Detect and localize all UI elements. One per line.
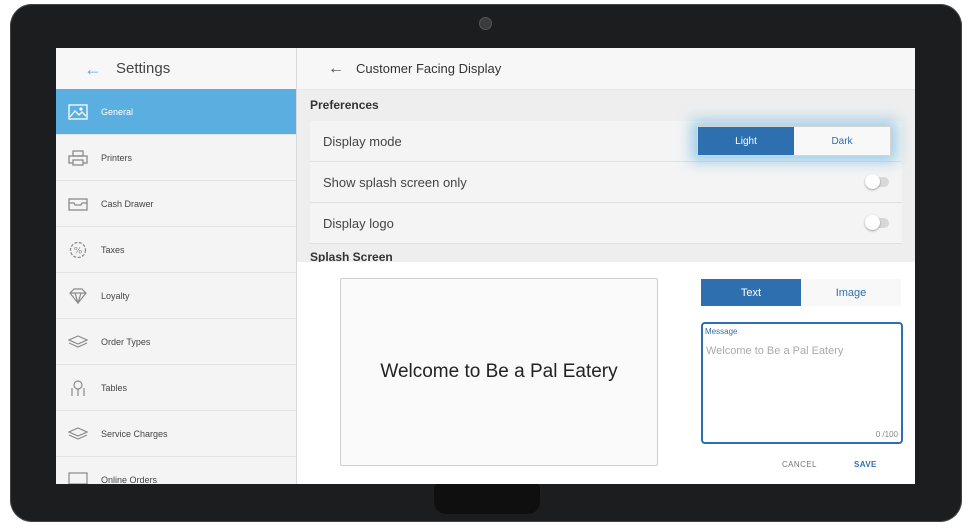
sidebar-item-label: Loyalty xyxy=(101,290,130,301)
splash-only-toggle[interactable] xyxy=(865,174,889,189)
percent-badge-icon: % xyxy=(67,241,89,259)
display-mode-segmented-control: Light Dark xyxy=(697,126,891,156)
sidebar-item-order-types[interactable]: Order Types xyxy=(56,319,296,365)
back-arrow-icon[interactable]: ← xyxy=(328,60,344,77)
message-field[interactable]: Message Welcome to Be a Pal Eatery 0 /10… xyxy=(701,322,903,444)
toggle-knob xyxy=(865,215,880,230)
cancel-button[interactable]: CANCEL xyxy=(782,460,817,469)
display-logo-label: Display logo xyxy=(323,215,394,231)
settings-title: Settings xyxy=(116,60,171,77)
content-type-segmented-control: Text Image xyxy=(701,279,901,306)
sidebar-item-online-orders[interactable]: Online Orders xyxy=(56,457,296,484)
sidebar-item-label: Service Charges xyxy=(101,428,168,439)
landscape-icon xyxy=(67,103,89,121)
page-title: Customer Facing Display xyxy=(356,61,502,76)
layers-icon xyxy=(67,333,89,351)
layers-icon xyxy=(67,425,89,443)
sidebar-item-label: Taxes xyxy=(101,244,125,255)
preferences-section: Preferences Display mode Light Dark Show… xyxy=(297,90,915,262)
sidebar-item-service-charges[interactable]: Service Charges xyxy=(56,411,296,457)
sidebar-item-label: General xyxy=(101,106,134,117)
splash-only-row: Show splash screen only xyxy=(310,162,902,203)
toggle-knob xyxy=(865,174,880,189)
display-mode-row: Display mode Light Dark xyxy=(310,121,902,162)
sidebar-item-loyalty[interactable]: Loyalty xyxy=(56,273,296,319)
message-label: Message xyxy=(705,327,738,336)
sidebar-item-label: Printers xyxy=(101,152,133,163)
sidebar-item-label: Cash Drawer xyxy=(101,198,154,209)
settings-menu: General Printers Cash Drawer % Taxes Loy… xyxy=(56,89,296,484)
back-arrow-icon[interactable]: ← xyxy=(84,60,102,78)
display-mode-light-button[interactable]: Light xyxy=(698,127,794,155)
settings-sidebar: ← Settings General Printers Cash Drawer … xyxy=(56,48,297,484)
preferences-heading: Preferences xyxy=(310,98,379,112)
display-logo-row: Display logo xyxy=(310,203,902,244)
sidebar-item-general[interactable]: General xyxy=(56,89,296,135)
display-mode-label: Display mode xyxy=(323,133,402,149)
monitor-icon xyxy=(67,471,89,484)
splash-preview-text: Welcome to Be a Pal Eatery xyxy=(380,361,618,382)
sidebar-item-printers[interactable]: Printers xyxy=(56,135,296,181)
printer-icon xyxy=(67,149,89,167)
splash-only-label: Show splash screen only xyxy=(323,174,467,190)
main-header: ← Customer Facing Display xyxy=(297,48,915,90)
message-value: Welcome to Be a Pal Eatery xyxy=(706,345,844,357)
device-stand xyxy=(434,484,540,514)
sidebar-item-label: Tables xyxy=(101,382,128,393)
sidebar-item-tables[interactable]: Tables xyxy=(56,365,296,411)
display-logo-toggle[interactable] xyxy=(865,215,889,230)
camera-icon xyxy=(479,17,492,30)
main-panel: ← Customer Facing Display Preferences Di… xyxy=(297,48,915,484)
sidebar-item-cash-drawer[interactable]: Cash Drawer xyxy=(56,181,296,227)
message-char-counter: 0 /100 xyxy=(875,430,898,439)
splash-screen-heading: Splash Screen xyxy=(310,250,393,262)
display-mode-dark-button[interactable]: Dark xyxy=(794,127,890,155)
device-screen: ← Settings General Printers Cash Drawer … xyxy=(56,48,915,484)
svg-text:%: % xyxy=(74,246,83,256)
text-tab[interactable]: Text xyxy=(701,279,801,306)
sidebar-item-label: Order Types xyxy=(101,336,151,347)
diamond-icon xyxy=(67,287,89,305)
splash-preview: Welcome to Be a Pal Eatery xyxy=(340,278,658,466)
sidebar-item-taxes[interactable]: % Taxes xyxy=(56,227,296,273)
save-button[interactable]: SAVE xyxy=(854,460,877,469)
image-tab[interactable]: Image xyxy=(801,279,901,306)
settings-header: ← Settings xyxy=(56,48,296,89)
cash-drawer-icon xyxy=(67,195,89,213)
sidebar-item-label: Online Orders xyxy=(101,474,158,485)
tables-icon xyxy=(67,379,89,397)
